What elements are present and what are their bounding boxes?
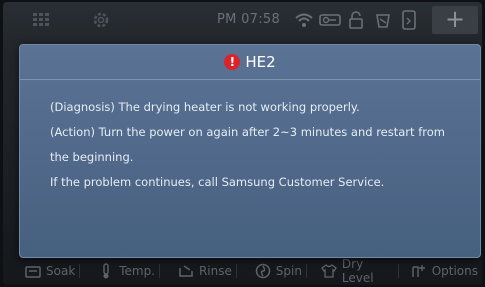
washer-screen: PM 07:58 + Soak Temp. Rinse Spin Dry Lev… xyxy=(3,2,482,285)
menu-divider xyxy=(235,264,237,278)
add-button[interactable]: + xyxy=(432,6,478,34)
soak-icon xyxy=(25,263,41,279)
bottom-menu: Soak Temp. Rinse Spin Dry Level Options xyxy=(3,257,482,285)
diagnosis-text: (Diagnosis) The drying heater is not wor… xyxy=(50,100,360,114)
menu-divider xyxy=(79,264,81,278)
dialog-message: (Diagnosis) The drying heater is not wor… xyxy=(50,95,470,195)
grid-icon[interactable] xyxy=(31,10,51,30)
phone-icon xyxy=(400,10,418,30)
thermometer-icon xyxy=(98,263,114,279)
menu-label-rinse: Rinse xyxy=(198,264,232,278)
menu-divider xyxy=(397,264,399,278)
gear-icon[interactable] xyxy=(91,10,111,30)
menu-item-rinse[interactable]: Rinse xyxy=(174,257,236,285)
options-icon xyxy=(411,263,427,279)
dialog-title: ! HE2 xyxy=(20,45,480,79)
error-code: HE2 xyxy=(245,53,276,71)
menu-item-dry-level[interactable]: Dry Level xyxy=(317,257,398,285)
support-text: If the problem continues, call Samsung C… xyxy=(50,175,385,189)
rinse-icon xyxy=(178,263,194,279)
cup-icon xyxy=(373,10,393,30)
warning-icon: ! xyxy=(224,54,241,70)
status-bar: PM 07:58 + xyxy=(3,2,482,38)
menu-label-spin: Spin xyxy=(275,264,302,278)
menu-divider xyxy=(305,264,307,278)
menu-item-temp[interactable]: Temp. xyxy=(94,257,159,285)
error-dialog[interactable]: ! HE2 (Diagnosis) The drying heater is n… xyxy=(19,44,481,258)
action-text: (Action) Turn the power on again after 2… xyxy=(50,125,445,139)
menu-label-options: Options xyxy=(431,264,478,278)
shirt-icon xyxy=(321,263,337,279)
menu-label-soak: Soak xyxy=(46,264,76,278)
menu-item-soak[interactable]: Soak xyxy=(21,257,79,285)
spin-icon xyxy=(255,263,271,279)
menu-item-spin[interactable]: Spin xyxy=(251,257,306,285)
padlock-icon xyxy=(347,10,365,30)
dialog-divider xyxy=(20,79,480,80)
clock-time: PM 07:58 xyxy=(217,12,281,27)
menu-label-dry-level: Dry Level xyxy=(341,257,374,285)
key-lock-icon xyxy=(318,10,342,30)
wifi-icon xyxy=(293,10,315,30)
menu-item-options[interactable]: Options xyxy=(407,257,482,285)
menu-label-temp: Temp. xyxy=(119,264,155,278)
menu-divider xyxy=(159,264,160,278)
action-text-continued: the beginning. xyxy=(50,150,134,164)
